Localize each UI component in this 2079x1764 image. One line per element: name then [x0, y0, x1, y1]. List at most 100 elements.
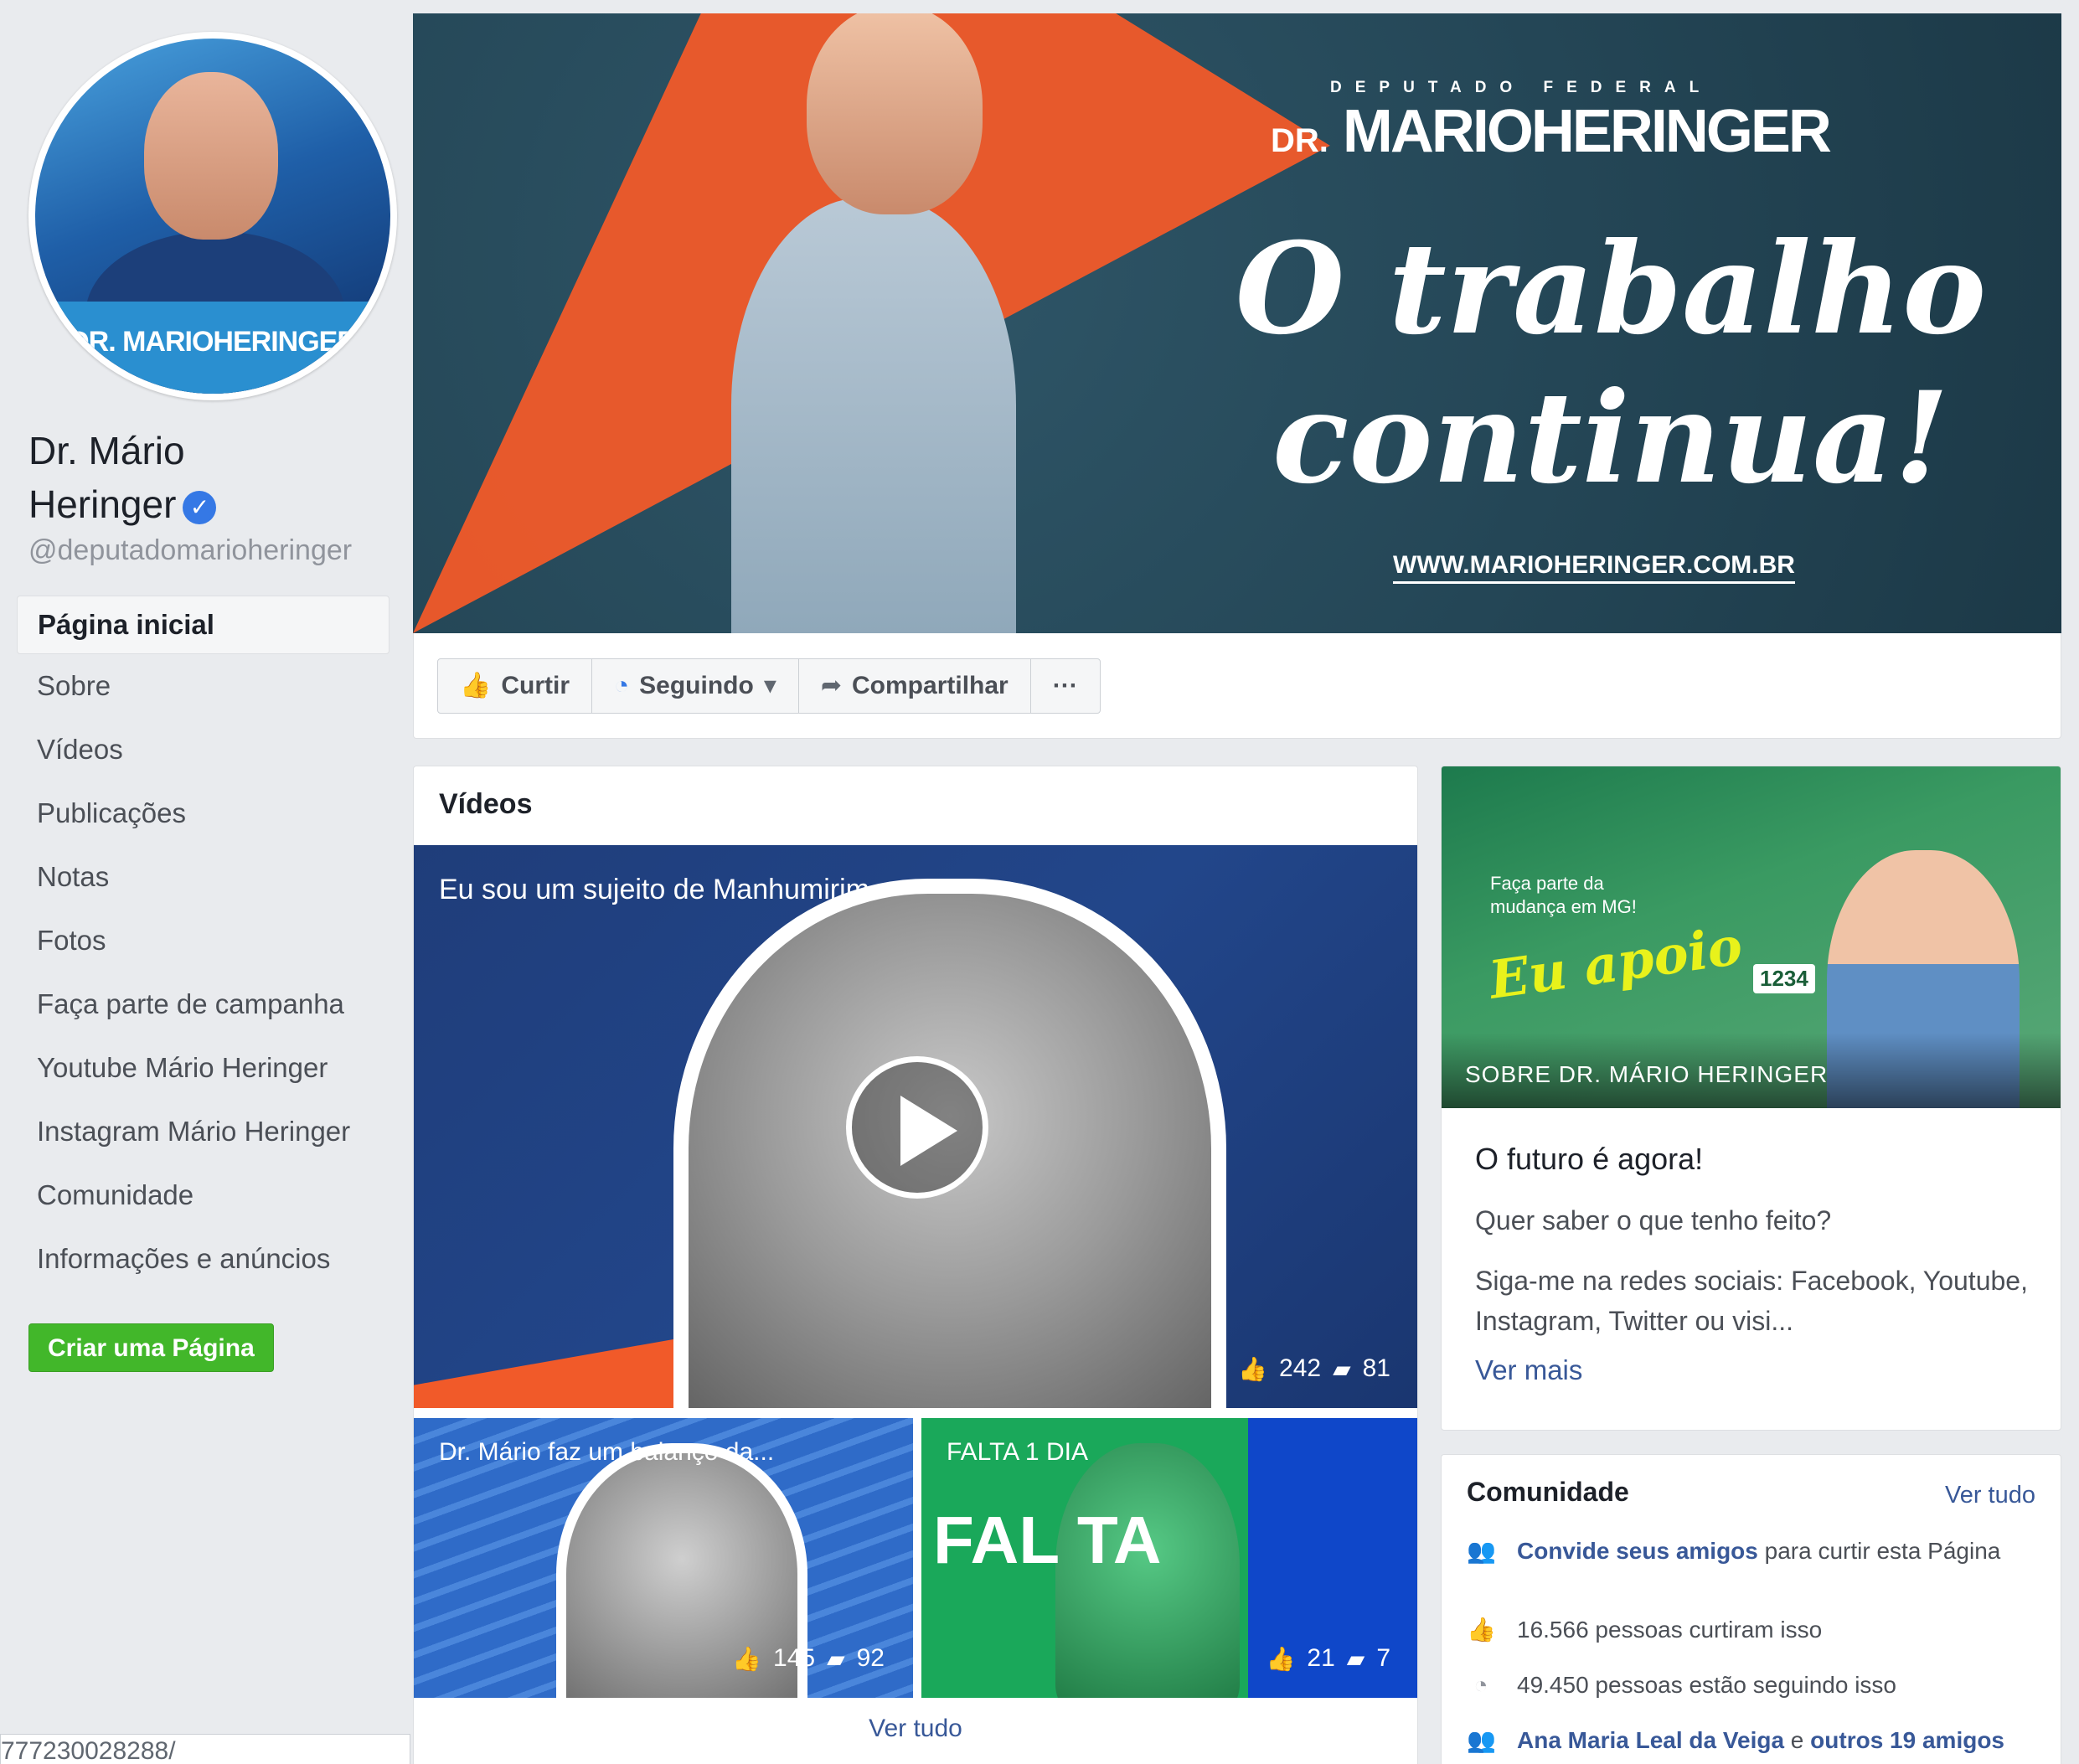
comment-icon: ▰: [1333, 1355, 1351, 1382]
nav-item-comunidade[interactable]: Comunidade: [17, 1163, 389, 1227]
about-headline: O futuro é agora!: [1475, 1142, 1704, 1176]
about-description: Siga-me na redes sociais: Facebook, Yout…: [1475, 1266, 2028, 1336]
friend-name-link[interactable]: Ana Maria Leal da Veiga: [1517, 1727, 1784, 1753]
cover-photo[interactable]: DEPUTADO FEDERAL DR. MARIOHERINGER O tra…: [413, 13, 2061, 633]
about-card: Faça parte da mudança em MG! Eu apoio 12…: [1441, 766, 2061, 1431]
comment-icon: ▰: [1346, 1645, 1365, 1672]
invite-friends-link[interactable]: Convide seus amigos: [1517, 1538, 1758, 1564]
about-image-text: Faça parte da mudança em MG!: [1490, 873, 1637, 917]
status-url-bar: 777230028288/: [0, 1734, 410, 1764]
avatar-logo-text: DR. MARIOHERINGER: [69, 326, 358, 358]
cover-brand-name: MARIOHERINGER: [1342, 98, 1832, 165]
video-thumbnail-1-likes: 145: [773, 1644, 816, 1672]
video-thumbnail-2-stats: 👍 21 ▰ 7: [1266, 1644, 1390, 1673]
more-options-button[interactable]: ···: [1031, 659, 1100, 713]
nav-item-publicacoes[interactable]: Publicações: [17, 781, 389, 845]
about-image[interactable]: Faça parte da mudança em MG! Eu apoio 12…: [1442, 766, 2061, 1108]
page-action-bar: 👍 Curtir ◔ Seguindo ▾ ➦ Compartilhar ···: [413, 633, 2061, 739]
following-button[interactable]: ◔ Seguindo ▾: [592, 659, 799, 713]
left-sidebar: DR. MARIOHERINGER Dr. Mário Heringer ✓ @d…: [17, 13, 406, 1764]
about-see-more-link[interactable]: Ver mais: [1475, 1354, 1582, 1386]
action-button-group: 👍 Curtir ◔ Seguindo ▾ ➦ Compartilhar ···: [437, 658, 1101, 714]
more-dots-icon: ···: [1052, 672, 1078, 699]
community-card: Comunidade Ver tudo 👥 Convide seus amigo…: [1441, 1454, 2061, 1764]
comment-icon: ▰: [827, 1645, 845, 1672]
video-thumbnail-2-comments: 7: [1376, 1644, 1390, 1672]
invite-friends-text: para curtir esta Página: [1757, 1538, 2001, 1564]
like-button[interactable]: 👍 Curtir: [438, 659, 593, 713]
friends-icon: 👥: [1467, 1538, 1496, 1564]
play-button-icon[interactable]: [846, 1056, 988, 1199]
videos-see-all-link[interactable]: Ver tudo: [414, 1715, 1417, 1743]
chevron-down-icon: ▾: [763, 672, 776, 699]
thumbs-up-icon: 👍: [732, 1645, 762, 1672]
main-video-likes: 242: [1279, 1354, 1322, 1382]
share-arrow-icon: ➦: [820, 672, 843, 699]
community-followers-row: ◔ 49.450 pessoas estão seguindo isso: [1467, 1669, 2036, 1701]
community-title[interactable]: Comunidade: [1467, 1477, 1629, 1508]
cover-slogan-line2: continua!: [1272, 364, 1949, 512]
nav-item-campanha[interactable]: Faça parte de campanha: [17, 972, 389, 1036]
videos-card: Vídeos Eu sou um sujeito de Manhumirim 👍…: [413, 766, 1418, 1764]
profile-avatar[interactable]: DR. MARIOHERINGER: [28, 32, 397, 400]
community-likes-count: 16.566 pessoas curtiram isso: [1517, 1617, 1823, 1643]
community-see-all-link[interactable]: Ver tudo: [1945, 1482, 2035, 1509]
other-friends-link[interactable]: outros 19 amigos: [1810, 1727, 2004, 1753]
about-image-slogan: Eu apoio: [1485, 915, 1746, 1011]
video-thumbnail-2-likes: 21: [1307, 1644, 1335, 1672]
community-likes-row: 👍 16.566 pessoas curtiram isso: [1467, 1614, 2036, 1646]
nav-item-videos[interactable]: Vídeos: [17, 718, 389, 781]
video-thumbnail-1-comments: 92: [856, 1644, 885, 1672]
page-title-line2: Heringer: [28, 482, 177, 526]
cover-brand: DR. MARIOHERINGER: [1271, 97, 1832, 166]
cover-url: WWW.MARIOHERINGER.COM.BR: [1393, 551, 1795, 584]
community-invite-row: 👥 Convide seus amigos para curtir esta P…: [1467, 1535, 2036, 1567]
share-button-label: Compartilhar: [852, 672, 1009, 699]
community-friends-row: 👥 Ana Maria Leal da Veiga e outros 19 am…: [1467, 1725, 2036, 1756]
cover-subtitle: DEPUTADO FEDERAL: [1330, 79, 1713, 96]
thumbs-up-icon: 👍: [460, 672, 492, 699]
video-thumbnail-1-stats: 👍 145 ▰ 92: [732, 1644, 885, 1673]
page-nav: Página inicial Sobre Vídeos Publicações …: [17, 596, 389, 1291]
page-title-line1: Dr. Mário: [28, 429, 185, 472]
create-page-button[interactable]: Criar uma Página: [28, 1323, 274, 1372]
main-video-stats: 👍 242 ▰ 81: [1238, 1354, 1390, 1383]
main-video-comments: 81: [1362, 1354, 1390, 1382]
cover-slogan: O trabalho continua!: [1150, 214, 2061, 513]
nav-item-informacoes[interactable]: Informações e anúncios: [17, 1227, 389, 1291]
video-thumbnail-2-title: FALTA 1 DIA: [947, 1438, 1088, 1466]
main-video-title: Eu sou um sujeito de Manhumirim: [439, 874, 870, 905]
thumbs-up-icon: 👍: [1238, 1355, 1268, 1382]
video-thumbnail-2-big-text: FAL TA: [933, 1503, 1162, 1577]
videos-card-title[interactable]: Vídeos: [439, 788, 532, 821]
page-handle[interactable]: @deputadomarioheringer: [28, 534, 352, 567]
about-question: Quer saber o que tenho feito?: [1475, 1205, 1832, 1235]
thumbs-up-icon: 👍: [1467, 1617, 1496, 1643]
cover-person-image: [639, 13, 1016, 633]
nav-item-pagina-inicial[interactable]: Página inicial: [17, 596, 389, 654]
nav-item-youtube[interactable]: Youtube Mário Heringer: [17, 1036, 389, 1100]
following-button-label: Seguindo: [639, 672, 754, 699]
video-thumbnail-2[interactable]: FAL TA FALTA 1 DIA 👍 21 ▰ 7: [921, 1418, 1417, 1698]
nav-item-fotos[interactable]: Fotos: [17, 909, 389, 972]
about-image-caption: SOBRE DR. MÁRIO HERINGER: [1465, 1061, 1829, 1087]
about-image-badge: 1234: [1753, 964, 1815, 993]
share-button[interactable]: ➦ Compartilhar: [799, 659, 1031, 713]
friends-icon: 👥: [1467, 1727, 1496, 1753]
community-followers-count: 49.450 pessoas estão seguindo isso: [1517, 1672, 1896, 1698]
rss-icon: ◔: [1473, 1672, 1488, 1698]
main-video-player[interactable]: Eu sou um sujeito de Manhumirim 👍 242 ▰ 81: [414, 845, 1417, 1408]
friends-connector-text: e: [1784, 1727, 1811, 1753]
thumbs-up-icon: 👍: [1266, 1645, 1296, 1672]
page-title[interactable]: Dr. Mário Heringer ✓: [28, 424, 397, 531]
rss-icon: ◔: [614, 672, 630, 699]
nav-item-notas[interactable]: Notas: [17, 845, 389, 909]
nav-item-instagram[interactable]: Instagram Mário Heringer: [17, 1100, 389, 1163]
cover-brand-prefix: DR.: [1271, 122, 1328, 159]
verified-badge-icon: ✓: [183, 490, 217, 524]
cover-slogan-line1: O trabalho: [1235, 215, 1987, 363]
like-button-label: Curtir: [501, 672, 570, 699]
video-thumbnail-1-title: Dr. Mário faz um balanço da...: [439, 1438, 775, 1466]
video-thumbnail-1[interactable]: Dr. Mário faz um balanço da... 👍 145 ▰ 92: [414, 1418, 913, 1698]
nav-item-sobre[interactable]: Sobre: [17, 654, 389, 718]
